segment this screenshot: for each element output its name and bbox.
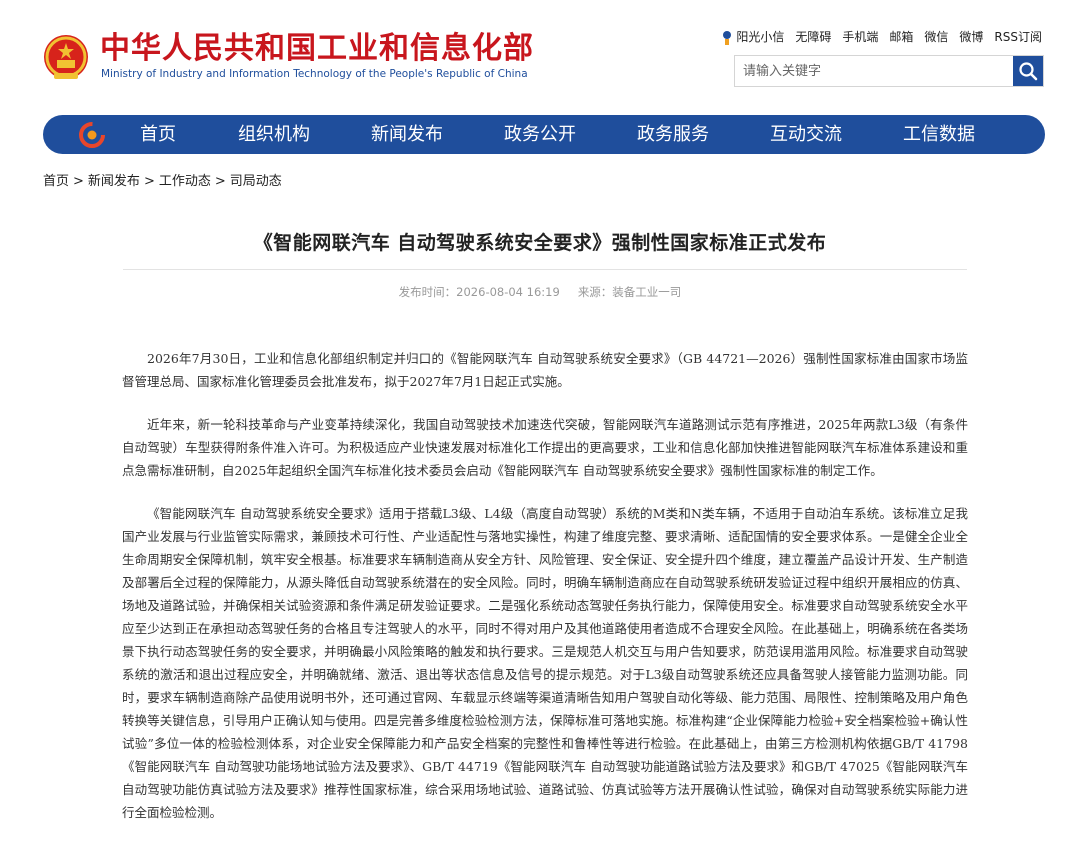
toplink-yangguang[interactable]: 阳光小信 — [722, 28, 784, 46]
site-title[interactable]: 中华人民共和国工业和信息化部 — [100, 32, 534, 66]
nav-gov-affairs[interactable]: 政务公开 — [504, 115, 576, 154]
toplink-mailbox[interactable]: 邮箱 — [889, 28, 913, 45]
article-meta: 发布时间：2026-08-04 16:19 来源：装备工业一司 — [0, 284, 1080, 300]
nav-gov-services[interactable]: 政务服务 — [637, 115, 709, 154]
breadcrumb-news[interactable]: 新闻发布 — [88, 174, 140, 189]
toplink-rss[interactable]: RSS订阅 — [994, 28, 1042, 45]
nav-organization[interactable]: 组织机构 — [238, 115, 310, 154]
lamp-icon — [723, 30, 732, 45]
toplink-wechat[interactable]: 微信 — [924, 28, 948, 45]
toplink-accessibility[interactable]: 无障碍 — [795, 28, 831, 45]
nav-news[interactable]: 新闻发布 — [371, 115, 443, 154]
nav-interaction[interactable]: 互动交流 — [770, 115, 842, 154]
article-body: 2026年7月30日，工业和信息化部组织制定并归口的《智能网联汽车 自动驾驶系统… — [122, 347, 968, 844]
nav-data[interactable]: 工信数据 — [903, 115, 975, 154]
toplink-mobile[interactable]: 手机端 — [842, 28, 878, 45]
main-nav: 首页 组织机构 新闻发布 政务公开 政务服务 互动交流 工信数据 — [43, 115, 1045, 154]
search-input[interactable] — [735, 56, 1011, 86]
article-paragraph: 《智能网联汽车 自动驾驶系统安全要求》适用于搭载L3级、L4级（高度自动驾驶）系… — [122, 506, 968, 820]
search-icon — [1019, 62, 1038, 81]
article-paragraph: 2026年7月30日，工业和信息化部组织制定并归口的《智能网联汽车 自动驾驶系统… — [122, 351, 968, 389]
breadcrumb-home[interactable]: 首页 — [43, 174, 69, 189]
search-box — [734, 55, 1044, 87]
toplink-weibo[interactable]: 微博 — [959, 28, 983, 45]
site-subtitle: Ministry of Industry and Information Tec… — [101, 68, 528, 80]
miit-logo-icon — [79, 122, 105, 148]
search-button[interactable] — [1013, 56, 1043, 86]
nav-home[interactable]: 首页 — [140, 115, 176, 154]
breadcrumb-bureau-news[interactable]: 司局动态 — [230, 174, 282, 189]
article-title: 《智能网联汽车 自动驾驶系统安全要求》强制性国家标准正式发布 — [253, 232, 827, 254]
title-divider — [123, 269, 967, 270]
toplink-label: 阳光小信 — [736, 30, 785, 44]
publish-time: 发布时间：2026-08-04 16:19 — [398, 285, 560, 299]
top-links: 阳光小信 无障碍 手机端 邮箱 微信 微博 RSS订阅 — [722, 28, 1042, 46]
breadcrumb: 首页 > 新闻发布 > 工作动态 > 司局动态 — [43, 174, 282, 189]
article-paragraph: 近年来，新一轮科技革命与产业变革持续深化，我国自动驾驶技术加速迭代突破，智能网联… — [122, 417, 968, 478]
article-source: 来源：装备工业一司 — [577, 285, 682, 299]
breadcrumb-work-news[interactable]: 工作动态 — [159, 174, 211, 189]
national-emblem-icon — [44, 35, 88, 79]
